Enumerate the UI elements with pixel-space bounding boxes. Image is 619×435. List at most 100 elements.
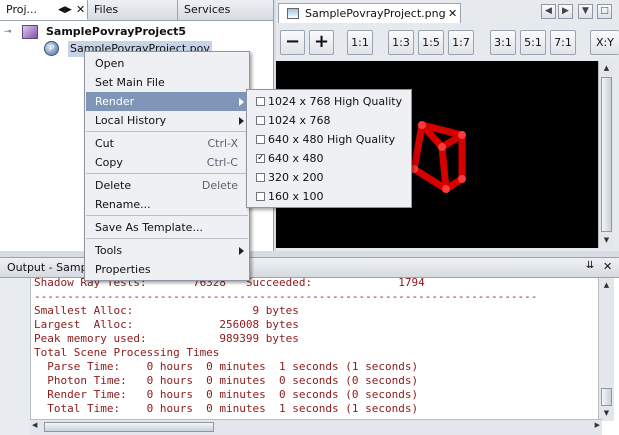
editor-vertical-scrollbar[interactable]: ▲ ▼: [598, 61, 614, 248]
output-line: Total Scene Processing Times: [34, 346, 220, 359]
menu-item-properties-label: Properties: [95, 263, 151, 276]
output-close-icon[interactable]: ✕: [603, 260, 612, 273]
checkbox-icon[interactable]: [256, 135, 265, 144]
zoom-5-1-button[interactable]: 5:1: [520, 30, 546, 55]
menu-item-open[interactable]: Open: [86, 54, 248, 73]
output-scroll-right-icon[interactable]: ▶: [595, 421, 600, 429]
tab-projects[interactable]: Proj... ◀▶ ✕: [0, 0, 88, 20]
submenu-arrow-icon: [239, 98, 244, 106]
menu-separator: [86, 131, 248, 132]
output-hscroll-thumb[interactable]: [44, 422, 214, 432]
render-option-160x100[interactable]: 160 x 100: [248, 187, 410, 206]
image-file-icon: [287, 8, 299, 19]
menu-item-render[interactable]: Render: [86, 92, 248, 111]
menu-item-delete-shortcut: Delete: [201, 179, 238, 192]
menu-item-cut-label: Cut: [95, 137, 114, 150]
render-option-label: 320 x 200: [268, 171, 324, 184]
menu-item-open-label: Open: [95, 57, 125, 70]
menu-item-cut-shortcut: Ctrl-X: [207, 137, 238, 150]
zoom-in-button[interactable]: +: [309, 30, 334, 55]
zoom-out-button[interactable]: −: [280, 30, 305, 55]
output-scroll-left-icon[interactable]: ◀: [32, 421, 37, 429]
zoom-7-1-button[interactable]: 7:1: [550, 30, 576, 55]
output-line: Peak memory used: 989399 bytes: [34, 332, 299, 345]
render-option-label: 640 x 480 High Quality: [268, 133, 396, 146]
render-option-640x480-hq[interactable]: 640 x 480 High Quality: [248, 130, 410, 149]
scroll-right-icon[interactable]: ▶: [558, 4, 573, 19]
tab-nav-icon[interactable]: ◀▶: [58, 0, 72, 20]
tab-services-label: Services: [184, 3, 231, 16]
menu-item-copy-label: Copy: [95, 156, 123, 169]
menu-item-set-main-file-label: Set Main File: [95, 76, 165, 89]
output-line: ----------------------------------------…: [34, 290, 538, 303]
output-scroll-up-icon[interactable]: ▲: [600, 279, 613, 292]
output-line: Photon Time: 0 hours 0 minutes 0 seconds…: [34, 374, 419, 387]
tab-projects-label: Proj...: [6, 3, 37, 16]
checkbox-checked-icon[interactable]: ✓: [256, 154, 265, 163]
zoom-1-3-button[interactable]: 1:3: [388, 30, 414, 55]
zoom-1-1-button[interactable]: 1:1: [347, 30, 373, 55]
menu-item-set-main-file[interactable]: Set Main File: [86, 73, 248, 92]
zoom-1-7-button[interactable]: 1:7: [448, 30, 474, 55]
menu-item-copy-shortcut: Ctrl-C: [206, 156, 238, 169]
menu-item-tools-label: Tools: [95, 244, 123, 257]
render-option-320x200[interactable]: 320 x 200: [248, 168, 410, 187]
render-option-640x480[interactable]: ✓ 640 x 480: [248, 149, 410, 168]
pov-file-icon: P: [44, 41, 59, 56]
menu-separator: [86, 238, 248, 239]
output-toolbar-gutter: [0, 278, 31, 435]
close-tab-icon[interactable]: ✕: [76, 0, 85, 20]
tab-files[interactable]: Files: [88, 0, 178, 20]
render-option-label: 1024 x 768: [268, 114, 331, 127]
menu-item-save-as-template-label: Save As Template...: [95, 221, 203, 234]
project-icon: [22, 25, 38, 39]
menu-item-copy[interactable]: Copy Ctrl-C: [86, 153, 248, 172]
scroll-thumb[interactable]: [601, 77, 612, 232]
render-option-1024x768-hq[interactable]: 1024 x 768 High Quality: [248, 92, 410, 111]
output-vertical-scrollbar[interactable]: ▲ ▼: [598, 278, 614, 421]
zoom-1-5-button[interactable]: 1:5: [418, 30, 444, 55]
scroll-up-icon[interactable]: ▲: [600, 62, 613, 75]
render-option-label: 160 x 100: [268, 190, 324, 203]
output-line: Smallest Alloc: 9 bytes: [34, 304, 299, 317]
menu-item-tools[interactable]: Tools: [86, 241, 248, 260]
menu-item-delete[interactable]: Delete Delete: [86, 176, 248, 195]
maximize-icon[interactable]: □: [597, 4, 612, 19]
tab-services[interactable]: Services: [178, 0, 274, 20]
output-line: Largest Alloc: 256008 bytes: [34, 318, 299, 331]
menu-separator: [86, 173, 248, 174]
menu-item-rename[interactable]: Rename...: [86, 195, 248, 214]
document-list-icon[interactable]: ▼: [578, 4, 593, 19]
close-editor-icon[interactable]: ✕: [448, 7, 457, 20]
output-line: Render Time: 0 hours 0 minutes 0 seconds…: [34, 388, 419, 401]
project-name: SamplePovrayProject5: [46, 25, 187, 38]
tab-files-label: Files: [94, 3, 119, 16]
menu-item-local-history-label: Local History: [95, 114, 167, 127]
editor-tab[interactable]: SamplePovrayProject.png ✕: [278, 3, 461, 23]
menu-item-cut[interactable]: Cut Ctrl-X: [86, 134, 248, 153]
menu-item-save-as-template[interactable]: Save As Template...: [86, 218, 248, 237]
output-scroll-thumb[interactable]: [601, 388, 612, 406]
menu-item-local-history[interactable]: Local History: [86, 111, 248, 130]
render-option-label: 1024 x 768 High Quality: [268, 95, 403, 108]
submenu-arrow-icon: [239, 117, 244, 125]
checkbox-icon[interactable]: [256, 116, 265, 125]
checkbox-icon[interactable]: [256, 192, 265, 201]
editor-tab-label: SamplePovrayProject.png: [305, 7, 446, 20]
menu-separator: [86, 215, 248, 216]
scroll-down-icon[interactable]: ▼: [600, 234, 613, 247]
checkbox-icon[interactable]: [256, 173, 265, 182]
render-option-1024x768[interactable]: 1024 x 768: [248, 111, 410, 130]
output-horizontal-scrollbar[interactable]: ◀ ▶: [30, 419, 602, 435]
zoom-3-1-button[interactable]: 3:1: [490, 30, 516, 55]
menu-item-delete-label: Delete: [95, 179, 132, 192]
output-menu-icon[interactable]: ⇊: [586, 260, 594, 271]
output-line: Total Time: 0 hours 0 minutes 1 seconds …: [34, 402, 419, 415]
checkbox-icon[interactable]: [256, 97, 265, 106]
render-option-label: 640 x 480: [268, 152, 324, 165]
scroll-left-icon[interactable]: ◀: [541, 4, 556, 19]
context-menu: Open Set Main File Render Local History …: [84, 51, 250, 281]
menu-item-properties[interactable]: Properties: [86, 260, 248, 279]
tree-expand-icon[interactable]: ⊸: [4, 24, 14, 40]
zoom-custom-button[interactable]: X:Y: [590, 30, 619, 55]
